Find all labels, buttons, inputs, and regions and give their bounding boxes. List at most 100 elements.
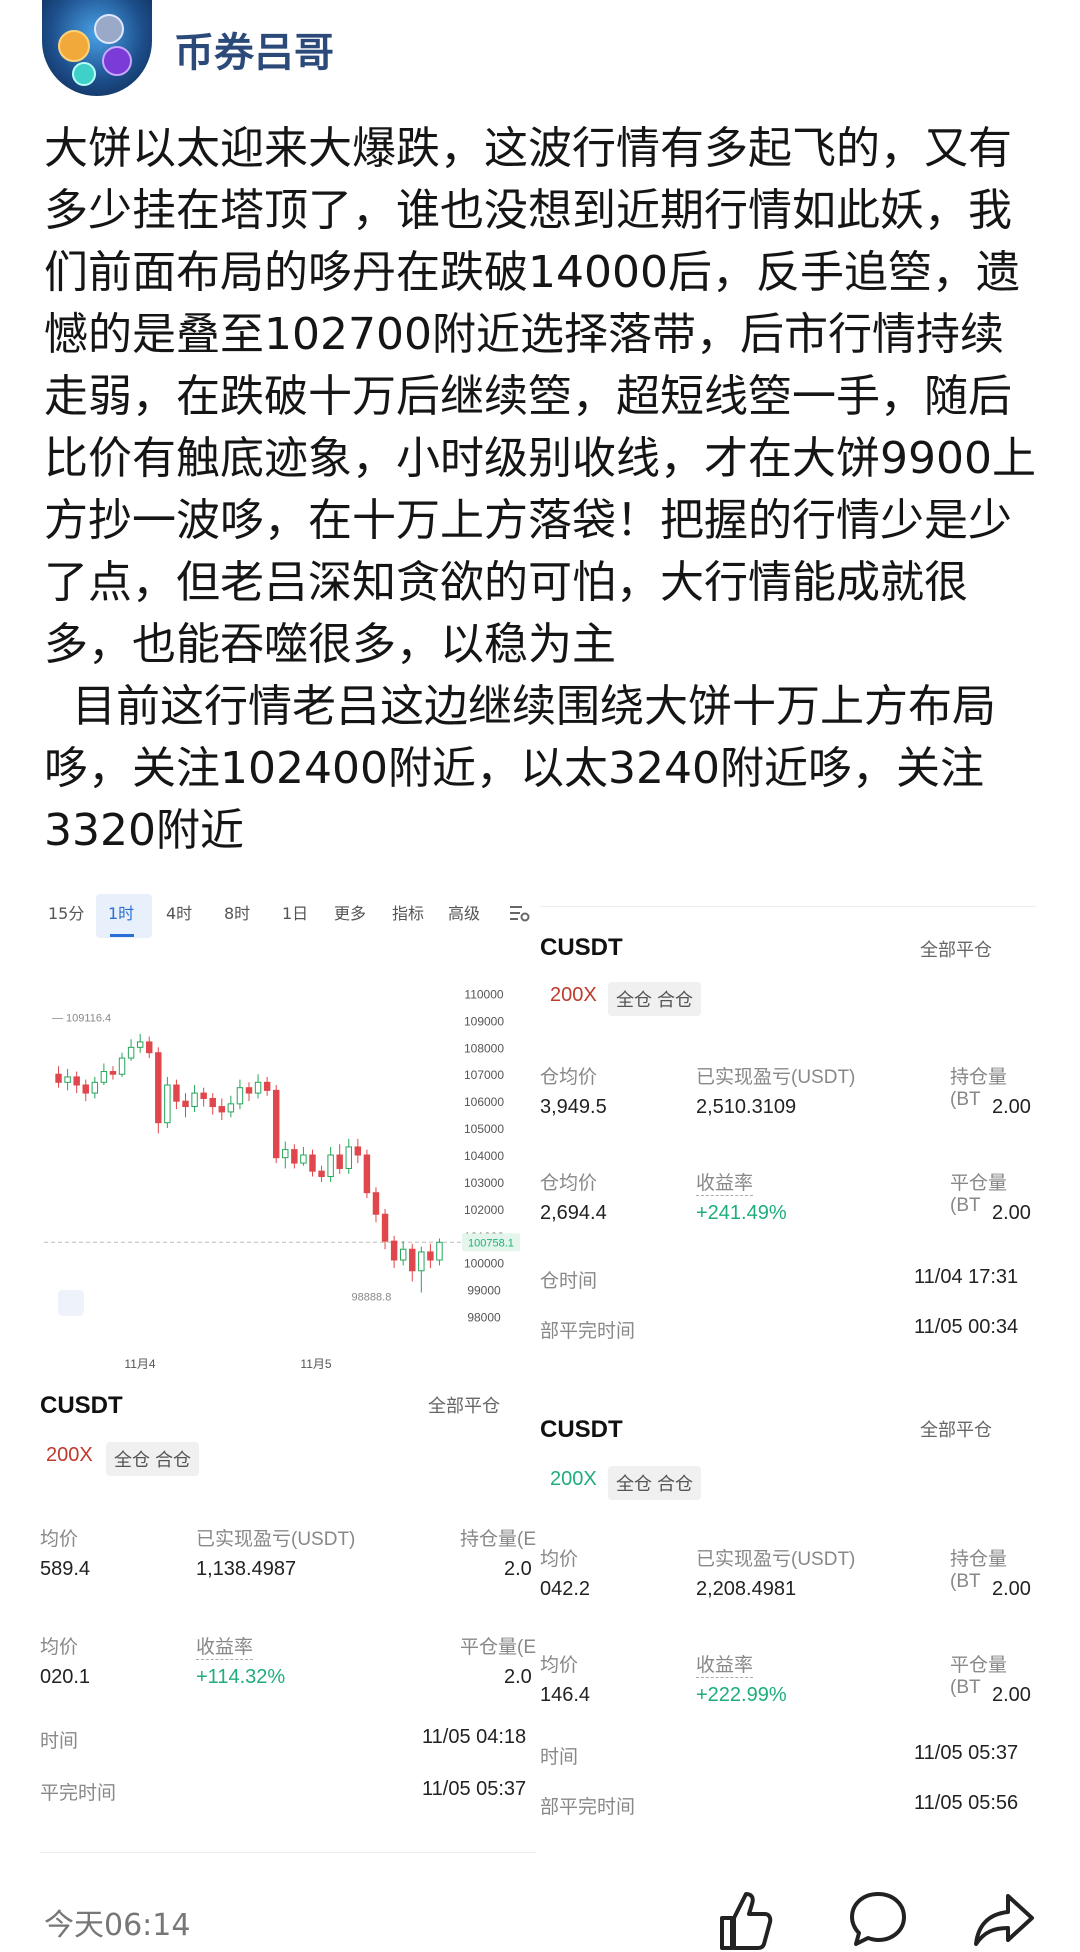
crypto-coin-graphic bbox=[102, 46, 132, 76]
candle-body bbox=[245, 1087, 253, 1094]
candle-body bbox=[136, 1041, 144, 1048]
label-hold-qty: 持仓量(E bbox=[460, 1529, 536, 1550]
close-time-value: 11/05 05:56 bbox=[914, 1792, 1019, 1814]
tab-15m[interactable]: 15分 bbox=[48, 900, 84, 924]
candle-body bbox=[118, 1057, 126, 1075]
x-tick-label: 11月5 bbox=[300, 1357, 331, 1371]
crypto-coin-graphic bbox=[72, 62, 96, 86]
candle-body bbox=[272, 1089, 280, 1159]
candle-body bbox=[309, 1154, 316, 1172]
label-close-avg: 均价 bbox=[40, 1637, 79, 1658]
y-tick-label: 108000 bbox=[464, 1041, 504, 1055]
symbol: CUSDT bbox=[540, 1416, 623, 1443]
close-all-button[interactable]: 全部平仓 bbox=[428, 1392, 500, 1418]
open-avg-value: 3,949.5 bbox=[540, 1096, 607, 1118]
candle-body bbox=[399, 1248, 407, 1261]
label-close-avg: 均价 bbox=[540, 1655, 579, 1676]
y-tick-label: 103000 bbox=[464, 1176, 504, 1190]
candle-body bbox=[55, 1073, 62, 1083]
candle-body bbox=[282, 1149, 289, 1159]
chart-background bbox=[44, 940, 536, 1376]
close-all-button[interactable]: 全部平仓 bbox=[920, 936, 992, 962]
candle-body bbox=[146, 1041, 153, 1054]
share-icon[interactable] bbox=[972, 1888, 1036, 1952]
candle-body bbox=[318, 1170, 325, 1178]
candle-body bbox=[91, 1081, 99, 1094]
tab-more[interactable]: 更多 bbox=[334, 900, 366, 924]
x-tick-label: 11月4 bbox=[124, 1357, 155, 1371]
expand-icon bbox=[58, 1290, 84, 1316]
post-time: 今天06:14 bbox=[44, 1908, 191, 1943]
tab-4h[interactable]: 4时 bbox=[166, 900, 192, 924]
yield-value: +114.32% bbox=[196, 1666, 286, 1688]
candle-body bbox=[73, 1076, 80, 1086]
y-tick-label: 100000 bbox=[464, 1257, 504, 1271]
hold-qty-value: 2.0 bbox=[504, 1558, 532, 1580]
open-avg-value: 589.4 bbox=[40, 1558, 91, 1580]
label-open-avg: 均价 bbox=[540, 1549, 579, 1570]
candle-body bbox=[418, 1251, 425, 1272]
comment-icon[interactable] bbox=[846, 1888, 910, 1952]
label-close-avg: 仓均价 bbox=[540, 1173, 598, 1194]
candle-body bbox=[300, 1154, 307, 1164]
realized-pnl-value: 2,208.4981 bbox=[696, 1578, 797, 1600]
candle-body bbox=[263, 1081, 271, 1091]
tab-8h[interactable]: 8时 bbox=[224, 900, 250, 924]
closed-qty-value: 2.00 bbox=[992, 1202, 1031, 1224]
candlestick-chart[interactable]: 110000 109000 108000 107000 106000 105000 1040… bbox=[44, 940, 536, 1376]
hold-qty-value: 2.00 bbox=[992, 1096, 1031, 1118]
tab-1h[interactable]: 1时 bbox=[108, 900, 134, 924]
y-tick-label: 106000 bbox=[464, 1095, 504, 1109]
margin-mode-badge: 全仓 合仓 bbox=[608, 982, 702, 1016]
bitcoin-coin-graphic bbox=[58, 30, 90, 62]
low-price-label: 98888.8 bbox=[352, 1292, 392, 1304]
tab-indicators[interactable]: 指标 bbox=[392, 900, 424, 924]
tab-1d[interactable]: 1日 bbox=[282, 900, 308, 924]
candle-body bbox=[218, 1106, 226, 1113]
high-price-label: — 109116.4 bbox=[52, 1012, 111, 1024]
y-tick-label: 98000 bbox=[467, 1311, 501, 1325]
candle-body bbox=[381, 1213, 389, 1242]
kline-chart-screenshot: 15分 1时 4时 8时 1日 更多 指标 高级 110000 109000 108… bbox=[44, 886, 536, 1376]
realized-pnl-value: 2,510.3109 bbox=[696, 1096, 797, 1118]
label-close-time: 部平完时间 bbox=[540, 1797, 636, 1818]
label-realized-pnl: 已实现盈亏(USDT) bbox=[696, 1549, 856, 1570]
candle-body bbox=[164, 1084, 171, 1124]
label-close-time: 部平完时间 bbox=[540, 1321, 636, 1342]
tab-advanced[interactable]: 高级 bbox=[448, 900, 480, 924]
open-time-value: 11/05 04:18 bbox=[422, 1726, 527, 1748]
close-all-button[interactable]: 全部平仓 bbox=[920, 1416, 992, 1442]
y-tick-label: 109000 bbox=[464, 1014, 504, 1028]
yield-value: +241.49% bbox=[696, 1202, 787, 1224]
symbol: CUSDT bbox=[40, 1392, 123, 1419]
close-time-value: 11/05 00:34 bbox=[914, 1316, 1019, 1338]
label-open-avg: 均价 bbox=[40, 1529, 79, 1550]
label-open-time: 时间 bbox=[540, 1747, 579, 1768]
username[interactable]: 币券吕哥 bbox=[174, 20, 334, 78]
candle-body bbox=[236, 1087, 244, 1105]
candle-body bbox=[291, 1149, 298, 1164]
label-open-avg: 仓均价 bbox=[540, 1067, 598, 1088]
post-body: 大饼以太迎来大爆跌，这波行情有多起飞的，又有多少挂在塔顶了，谁也没想到近期行情如… bbox=[44, 118, 1040, 862]
label-yield: 收益率 bbox=[196, 1632, 254, 1660]
candle-body bbox=[436, 1241, 443, 1261]
candle-body bbox=[327, 1154, 334, 1178]
avatar[interactable] bbox=[42, 0, 152, 96]
y-tick-label: 99000 bbox=[467, 1284, 501, 1298]
candle-body bbox=[127, 1046, 135, 1059]
candle-body bbox=[182, 1100, 189, 1108]
like-icon[interactable] bbox=[712, 1888, 776, 1952]
chart-settings-icon[interactable] bbox=[508, 902, 530, 924]
label-closed-qty: 平仓量(E bbox=[460, 1637, 536, 1658]
candle-body bbox=[109, 1071, 117, 1075]
close-avg-value: 146.4 bbox=[540, 1684, 591, 1706]
close-avg-value: 2,694.4 bbox=[540, 1202, 607, 1224]
position-card: CUSDT 全部平仓 200X 全仓 合仓 均价 589.4 已实现盈亏(USD… bbox=[40, 1380, 536, 1860]
close-time-value: 11/05 05:37 bbox=[422, 1778, 527, 1800]
label-yield: 收益率 bbox=[696, 1650, 754, 1678]
candle-body bbox=[155, 1052, 162, 1124]
candle-body bbox=[372, 1192, 380, 1215]
post-paragraph: 大饼以太迎来大爆跌，这波行情有多起飞的，又有多少挂在塔顶了，谁也没想到近期行情如… bbox=[44, 123, 1036, 670]
leverage-badge: 200X bbox=[550, 1468, 597, 1490]
margin-mode-badge: 全仓 合仓 bbox=[106, 1442, 200, 1476]
